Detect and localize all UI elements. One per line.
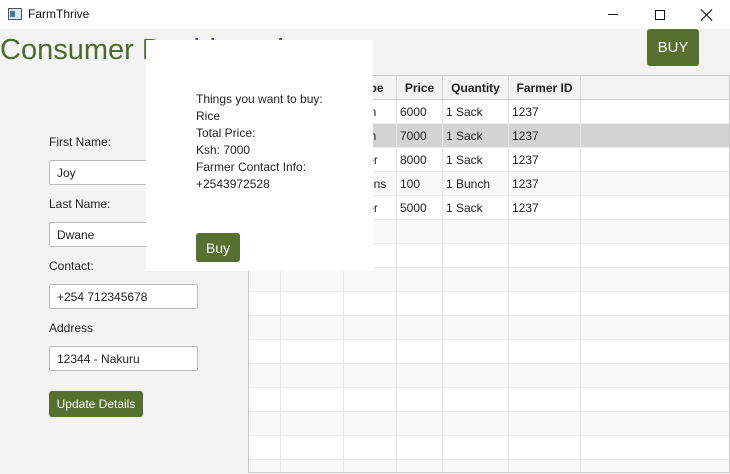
empty-row — [249, 436, 729, 460]
total-price-value: Ksh: 7000 — [196, 143, 251, 157]
contact-field[interactable]: +254 712345678 — [49, 284, 198, 309]
minimize-icon — [608, 14, 618, 15]
empty-row — [249, 340, 729, 364]
window-titlebar: FarmThrive — [0, 0, 730, 29]
table-cell: 1237 — [509, 172, 581, 196]
purchase-details: Things you want to buy: Rice Total Price… — [196, 91, 323, 193]
table-cell: 1 Sack — [443, 100, 509, 124]
table-cell: 1237 — [509, 148, 581, 172]
table-cell: 1237 — [509, 100, 581, 124]
buy-button[interactable]: BUY — [647, 29, 699, 66]
empty-row — [249, 316, 729, 340]
table-cell: 1237 — [509, 196, 581, 220]
maximize-button[interactable] — [637, 0, 683, 29]
farmer-contact-label: Farmer Contact Info: — [196, 160, 307, 174]
want-label: Things you want to buy: — [196, 92, 323, 106]
address-label: Address — [49, 321, 94, 335]
last-name-label: Last Name: — [49, 197, 111, 211]
column-divider — [580, 100, 581, 472]
column-header-price[interactable]: Price — [397, 76, 443, 100]
table-cell: 5000 — [397, 196, 443, 220]
app-icon — [8, 8, 22, 20]
close-button[interactable] — [684, 0, 730, 29]
column-divider — [396, 100, 397, 472]
column-header-farmer-id[interactable]: Farmer ID — [509, 76, 581, 100]
table-cell: 100 — [397, 172, 443, 196]
address-field[interactable]: 12344 - Nakuru — [49, 346, 198, 371]
item-name: Rice — [196, 109, 221, 123]
contact-label: Contact: — [49, 259, 94, 273]
column-divider — [508, 100, 509, 472]
table-cell: 8000 — [397, 148, 443, 172]
popup-buy-button[interactable]: Buy — [196, 233, 240, 262]
table-cell: 1 Sack — [443, 196, 509, 220]
table-cell: 1237 — [509, 124, 581, 148]
window-title: FarmThrive — [28, 7, 90, 21]
empty-row — [249, 412, 729, 436]
table-cell: 1 Sack — [443, 148, 509, 172]
maximize-icon — [655, 9, 665, 20]
table-cell: 6000 — [397, 100, 443, 124]
minimize-button[interactable] — [590, 0, 636, 29]
empty-row — [249, 364, 729, 388]
first-name-label: First Name: — [49, 135, 112, 149]
update-details-button[interactable]: Update Details — [49, 391, 143, 417]
table-cell: 7000 — [397, 124, 443, 148]
empty-row — [249, 460, 729, 472]
table-cell: 1 Sack — [443, 124, 509, 148]
table-cell: 1 Bunch — [443, 172, 509, 196]
column-divider — [442, 100, 443, 472]
column-header-quantity[interactable]: Quantity — [443, 76, 509, 100]
farmer-contact-value: +2543972528 — [196, 177, 270, 191]
close-icon — [701, 9, 713, 21]
empty-row — [249, 268, 729, 292]
total-price-label: Total Price: — [196, 126, 256, 140]
empty-row — [249, 388, 729, 412]
purchase-popup: Things you want to buy: Rice Total Price… — [146, 40, 373, 271]
empty-row — [249, 292, 729, 316]
